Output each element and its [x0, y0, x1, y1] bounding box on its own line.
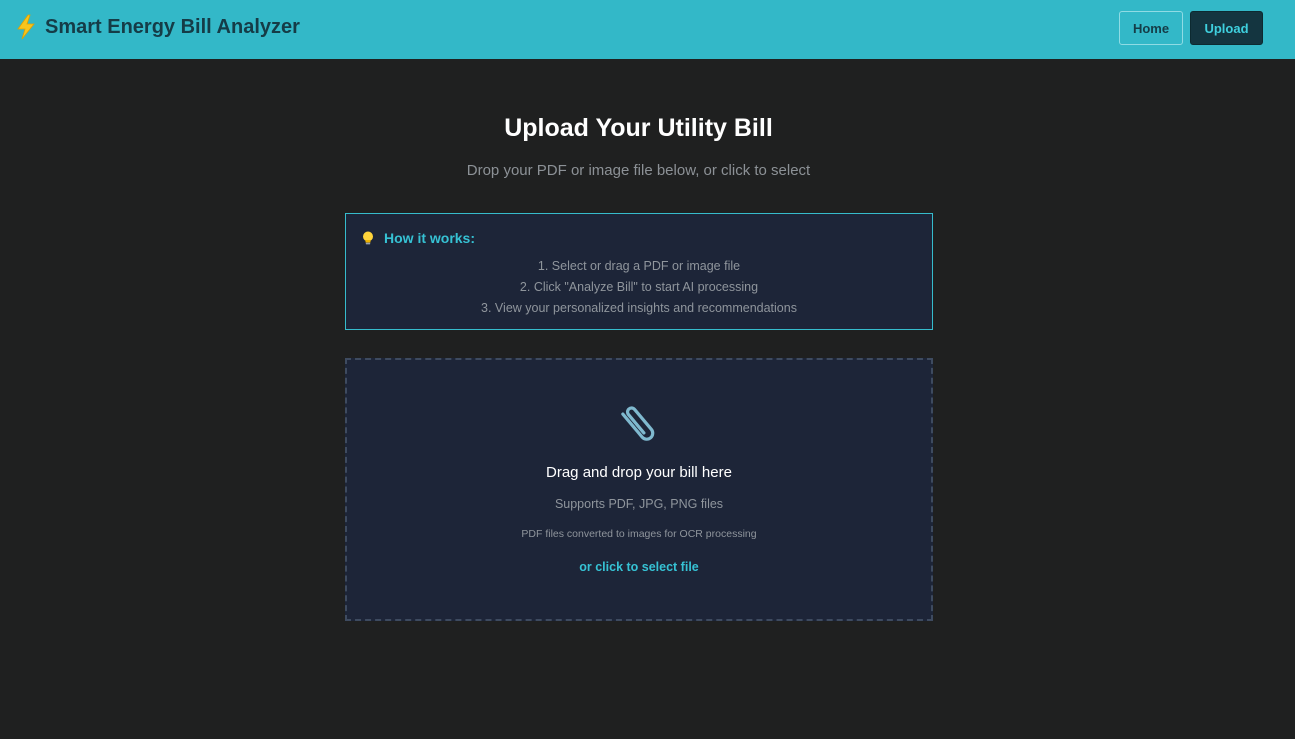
lightning-bolt-icon — [17, 14, 35, 40]
step-item: 3. View your personalized insights and r… — [481, 301, 797, 315]
home-nav-button[interactable]: Home — [1119, 11, 1183, 45]
upload-nav-button[interactable]: Upload — [1190, 11, 1263, 45]
page-title: Upload Your Utility Bill — [504, 114, 773, 142]
file-dropzone[interactable]: Drag and drop your bill here Supports PD… — [345, 358, 933, 621]
app-title: Smart Energy Bill Analyzer — [45, 15, 300, 38]
lightbulb-icon — [363, 231, 373, 245]
how-it-works-panel: How it works: 1. Select or drag a PDF or… — [345, 213, 933, 330]
page-subtitle: Drop your PDF or image file below, or cl… — [466, 162, 811, 179]
select-file-link[interactable]: or click to select file — [347, 560, 931, 574]
top-navigation-bar: Smart Energy Bill Analyzer Home Upload — [0, 0, 1295, 59]
step-item: 2. Click "Analyze Bill" to start AI proc… — [519, 280, 759, 294]
step-item: 1. Select or drag a PDF or image file — [537, 259, 741, 273]
supported-formats-text: Supports PDF, JPG, PNG files — [554, 497, 724, 511]
header-nav: Home Upload — [1119, 11, 1263, 45]
app-brand[interactable]: Smart Energy Bill Analyzer — [15, 13, 300, 41]
dropzone-title: Drag and drop your bill here — [546, 464, 732, 481]
pdf-conversion-note: PDF files converted to images for OCR pr… — [521, 528, 757, 540]
paperclip-icon — [621, 406, 655, 441]
how-it-works-heading: How it works: — [360, 230, 475, 246]
how-it-works-steps: 1. Select or drag a PDF or image file 2.… — [346, 256, 932, 319]
how-it-works-title: How it works: — [384, 230, 476, 246]
